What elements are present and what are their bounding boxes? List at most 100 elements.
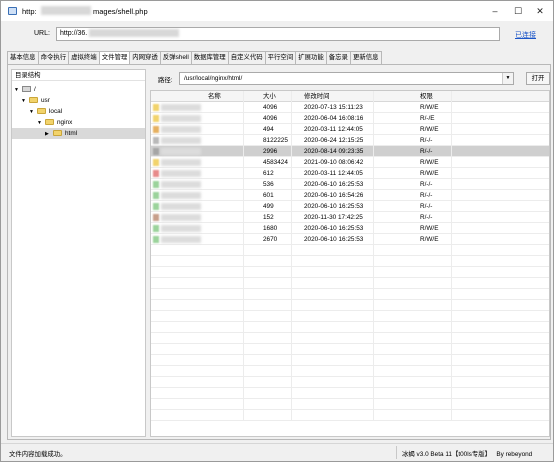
column-divider bbox=[373, 289, 374, 300]
tab-5[interactable]: 反弹shell bbox=[159, 51, 192, 64]
path-value: /usr/local/nginx/html/ bbox=[184, 75, 243, 82]
table-row[interactable]: 8122225 2020-06-24 12:15:25 R/-/- bbox=[151, 135, 549, 146]
column-divider bbox=[243, 91, 244, 102]
column-divider bbox=[373, 245, 374, 256]
tab-6[interactable]: 数据库管理 bbox=[190, 51, 229, 64]
tab-2[interactable]: 虚拟终端 bbox=[68, 51, 100, 64]
column-header-1[interactable]: 大小 bbox=[263, 91, 276, 102]
column-divider bbox=[451, 267, 452, 278]
empty-row bbox=[151, 366, 549, 377]
empty-row bbox=[151, 245, 549, 256]
empty-row bbox=[151, 300, 549, 311]
tab-0[interactable]: 基本信息 bbox=[7, 51, 39, 64]
cell-size: 494 bbox=[263, 126, 274, 133]
table-row[interactable]: 1680 2020-06-10 16:25:53 R/W/E bbox=[151, 223, 549, 234]
empty-row bbox=[151, 377, 549, 388]
url-value: http://36. bbox=[60, 30, 88, 37]
chevron-down-icon[interactable]: ▼ bbox=[502, 73, 513, 84]
maximize-button[interactable]: ☐ bbox=[512, 5, 524, 17]
column-divider bbox=[291, 267, 292, 278]
table-row[interactable]: 2996 2020-08-14 09:23:35 R/-/- bbox=[151, 146, 549, 157]
tree-node-3[interactable]: ▼ nginx bbox=[12, 117, 145, 128]
empty-row bbox=[151, 267, 549, 278]
cell-mtime: 2020-03-11 12:44:05 bbox=[304, 126, 363, 133]
redacted-file-name bbox=[161, 159, 201, 166]
table-row[interactable]: 601 2020-06-10 16:54:26 R/-/- bbox=[151, 190, 549, 201]
table-row[interactable]: 152 2020-11-30 17:42:25 R/-/- bbox=[151, 212, 549, 223]
tab-9[interactable]: 扩展功能 bbox=[295, 51, 327, 64]
column-divider bbox=[243, 168, 244, 179]
column-divider bbox=[451, 245, 452, 256]
empty-row bbox=[151, 322, 549, 333]
column-header-3[interactable]: 权限 bbox=[420, 91, 433, 102]
column-divider bbox=[451, 366, 452, 377]
tab-3[interactable]: 文件管理 bbox=[98, 51, 131, 65]
title-bar[interactable]: http: mages/shell.php – ☐ ✕ bbox=[1, 1, 553, 21]
url-input[interactable]: http://36. bbox=[56, 27, 500, 41]
column-divider bbox=[451, 113, 452, 124]
column-divider bbox=[451, 399, 452, 410]
column-divider bbox=[451, 256, 452, 267]
table-row[interactable]: 494 2020-03-11 12:44:05 R/W/E bbox=[151, 124, 549, 135]
tab-10[interactable]: 备忘录 bbox=[325, 51, 351, 64]
close-button[interactable]: ✕ bbox=[534, 5, 546, 17]
empty-row bbox=[151, 289, 549, 300]
tree-node-4[interactable]: ▶ html bbox=[12, 128, 145, 139]
cell-perm: R/-/- bbox=[420, 148, 433, 155]
tab-11[interactable]: 更新信息 bbox=[349, 51, 382, 64]
column-divider bbox=[451, 388, 452, 399]
version-info: 冰蝎 v3.0 Beta 11【t00ls专版】 By rebeyond bbox=[402, 449, 532, 458]
file-type-icon bbox=[153, 137, 159, 144]
column-divider bbox=[291, 234, 292, 245]
cell-mtime: 2020-06-10 16:25:53 bbox=[304, 236, 364, 243]
file-type-icon bbox=[153, 181, 159, 188]
column-divider bbox=[373, 168, 374, 179]
column-header-0[interactable]: 名称 bbox=[208, 91, 221, 102]
minimize-button[interactable]: – bbox=[489, 5, 501, 17]
column-divider bbox=[291, 256, 292, 267]
empty-row bbox=[151, 333, 549, 344]
table-row[interactable]: 4096 2020-07-13 15:11:23 R/W/E bbox=[151, 102, 549, 113]
column-divider bbox=[291, 113, 292, 124]
cell-size: 499 bbox=[263, 203, 274, 210]
tree-node-1[interactable]: ▼ usr bbox=[12, 95, 145, 106]
column-divider bbox=[243, 267, 244, 278]
tab-bar: 基本信息 命令执行 虚拟终端 文件管理 内网穿透 反弹shell 数据库管理 自定义代码 平行空… bbox=[7, 51, 382, 65]
directory-tree[interactable]: 目录结构 ▼ / ▼ usr ▼ local ▼ nginx ▶ html bbox=[11, 69, 146, 437]
folder-icon bbox=[53, 130, 62, 137]
cell-perm: R/W/E bbox=[420, 126, 439, 133]
open-button[interactable]: 打开 bbox=[526, 72, 550, 85]
table-row[interactable]: 536 2020-06-10 16:25:53 R/-/- bbox=[151, 179, 549, 190]
tab-7[interactable]: 自定义代码 bbox=[227, 51, 266, 64]
column-divider bbox=[373, 124, 374, 135]
column-divider bbox=[451, 91, 452, 102]
tab-4[interactable]: 内网穿透 bbox=[129, 51, 161, 64]
path-select[interactable]: /usr/local/nginx/html/ ▼ bbox=[179, 72, 514, 85]
cell-perm: R/W/E bbox=[420, 225, 439, 232]
cell-size: 2670 bbox=[263, 236, 278, 243]
column-divider bbox=[243, 322, 244, 333]
tree-node-0[interactable]: ▼ / bbox=[12, 84, 145, 95]
redacted-file-name bbox=[161, 225, 201, 232]
collapsed-arrow-icon[interactable]: ▶ bbox=[45, 129, 53, 140]
table-row[interactable]: 4096 2020-06-04 16:08:16 R/-/E bbox=[151, 113, 549, 124]
connection-status-link[interactable]: 已连接 bbox=[515, 30, 536, 40]
tree-node-2[interactable]: ▼ local bbox=[12, 106, 145, 117]
cell-size: 2996 bbox=[263, 148, 278, 155]
file-type-icon bbox=[153, 115, 159, 122]
tab-1[interactable]: 命令执行 bbox=[37, 51, 70, 64]
table-row[interactable]: 499 2020-06-10 16:25:53 R/-/- bbox=[151, 201, 549, 212]
table-row[interactable]: 4583424 2021-09-10 08:06:42 R/W/E bbox=[151, 157, 549, 168]
file-table[interactable]: 名称 大小 修改时间 权限 4096 2020-07-13 15:11:23 R/W/E 40… bbox=[150, 90, 550, 437]
tab-8[interactable]: 平行空间 bbox=[264, 51, 297, 64]
column-divider bbox=[291, 333, 292, 344]
table-row[interactable]: 2670 2020-06-10 16:25:53 R/W/E bbox=[151, 234, 549, 245]
table-row[interactable]: 612 2020-03-11 12:44:05 R/W/E bbox=[151, 168, 549, 179]
window-title-suffix: mages/shell.php bbox=[93, 7, 148, 16]
column-divider bbox=[291, 344, 292, 355]
column-header-2[interactable]: 修改时间 bbox=[304, 91, 330, 102]
cell-perm: R/-/- bbox=[420, 214, 433, 221]
cell-perm: R/-/- bbox=[420, 192, 433, 199]
tree-node-label: html bbox=[65, 130, 78, 137]
column-divider bbox=[373, 256, 374, 267]
